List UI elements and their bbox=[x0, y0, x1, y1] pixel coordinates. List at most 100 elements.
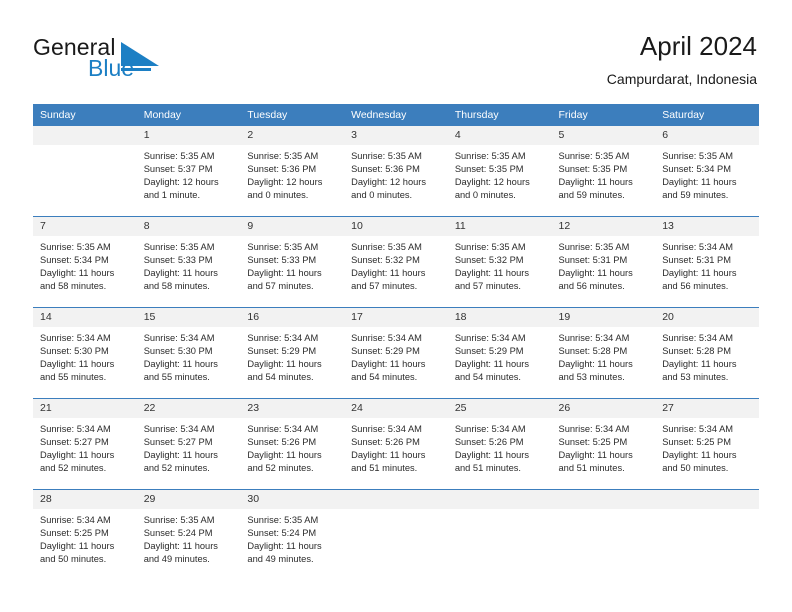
calendar-week-row: 21 Sunrise: 5:34 AM Sunset: 5:27 PM Dayligh… bbox=[33, 398, 759, 490]
day-number: 13 bbox=[655, 217, 759, 236]
day-cell-content: 9 Sunrise: 5:35 AM Sunset: 5:33 PM Daylight… bbox=[240, 217, 345, 307]
calendar-day-cell[interactable]: 23 Sunrise: 5:34 AM Sunset: 5:26 PM Dayligh… bbox=[240, 398, 345, 490]
weekday-header-tuesday: Tuesday bbox=[240, 104, 345, 126]
calendar-day-cell[interactable]: 29 Sunrise: 5:35 AM Sunset: 5:24 PM Dayligh… bbox=[136, 489, 241, 580]
weekday-header-wednesday: Wednesday bbox=[344, 104, 448, 126]
day-detail-line: Sunset: 5:25 PM bbox=[558, 437, 628, 448]
calendar-day-cell[interactable]: 27 Sunrise: 5:34 AM Sunset: 5:25 PM Dayligh… bbox=[655, 398, 759, 490]
day-detail-line: Daylight: 11 hours bbox=[40, 541, 115, 552]
calendar-day-cell[interactable]: 4 Sunrise: 5:35 AM Sunset: 5:35 PM Daylight… bbox=[447, 126, 552, 217]
day-number: 7 bbox=[33, 217, 137, 236]
calendar-day-cell bbox=[33, 126, 137, 217]
calendar-day-cell[interactable]: 16 Sunrise: 5:34 AM Sunset: 5:29 PM Dayligh… bbox=[240, 307, 345, 399]
day-number bbox=[447, 490, 552, 509]
day-detail-line: and 58 minutes. bbox=[143, 281, 210, 292]
day-details: Sunrise: 5:34 AM Sunset: 5:28 PM Daylight:… bbox=[552, 327, 656, 384]
day-details bbox=[33, 145, 137, 150]
calendar-day-cell[interactable]: 1 Sunrise: 5:35 AM Sunset: 5:37 PM Daylight… bbox=[136, 126, 241, 217]
day-detail-line: Sunset: 5:29 PM bbox=[351, 346, 420, 357]
day-details: Sunrise: 5:34 AM Sunset: 5:25 PM Daylight:… bbox=[33, 509, 137, 566]
calendar-day-cell bbox=[447, 489, 552, 580]
calendar-day-cell[interactable]: 2 Sunrise: 5:35 AM Sunset: 5:36 PM Daylight… bbox=[240, 126, 345, 217]
day-number: 2 bbox=[240, 126, 345, 145]
day-details: Sunrise: 5:35 AM Sunset: 5:35 PM Daylight:… bbox=[448, 145, 552, 202]
calendar-day-cell[interactable]: 3 Sunrise: 5:35 AM Sunset: 5:36 PM Daylight… bbox=[344, 126, 448, 217]
calendar-day-cell[interactable]: 14 Sunrise: 5:34 AM Sunset: 5:30 PM Dayligh… bbox=[33, 307, 137, 399]
day-detail-line: and 58 minutes. bbox=[40, 281, 107, 292]
day-detail-line: Sunset: 5:24 PM bbox=[247, 528, 317, 539]
day-details bbox=[552, 509, 656, 514]
day-details bbox=[344, 509, 448, 514]
day-detail-line: Daylight: 11 hours bbox=[558, 177, 633, 188]
day-detail-line: Sunrise: 5:34 AM bbox=[40, 333, 111, 343]
day-detail-line: Sunrise: 5:35 AM bbox=[143, 515, 215, 525]
calendar-day-cell[interactable]: 6 Sunrise: 5:35 AM Sunset: 5:34 PM Daylight… bbox=[655, 126, 759, 217]
day-details: Sunrise: 5:35 AM Sunset: 5:34 PM Daylight:… bbox=[33, 236, 137, 293]
day-detail-line: and 51 minutes. bbox=[454, 463, 521, 474]
calendar-day-cell[interactable]: 13 Sunrise: 5:34 AM Sunset: 5:31 PM Dayligh… bbox=[655, 216, 759, 308]
day-number: 10 bbox=[344, 217, 448, 236]
calendar-day-cell[interactable]: 21 Sunrise: 5:34 AM Sunset: 5:27 PM Dayligh… bbox=[33, 398, 137, 490]
calendar-day-cell[interactable]: 19 Sunrise: 5:34 AM Sunset: 5:28 PM Dayligh… bbox=[551, 307, 656, 399]
calendar-day-cell[interactable]: 18 Sunrise: 5:34 AM Sunset: 5:29 PM Dayligh… bbox=[447, 307, 552, 399]
day-detail-line: Sunset: 5:30 PM bbox=[40, 346, 109, 357]
day-number: 29 bbox=[136, 490, 241, 509]
day-detail-line: Sunset: 5:26 PM bbox=[247, 437, 317, 448]
day-cell-content bbox=[551, 490, 656, 580]
day-detail-line: Daylight: 11 hours bbox=[143, 450, 218, 461]
day-detail-line: Sunrise: 5:34 AM bbox=[558, 424, 630, 434]
day-detail-line: Daylight: 11 hours bbox=[454, 359, 530, 370]
calendar-day-cell[interactable]: 20 Sunrise: 5:34 AM Sunset: 5:28 PM Dayligh… bbox=[655, 307, 759, 399]
calendar-day-cell[interactable]: 7 Sunrise: 5:35 AM Sunset: 5:34 PM Daylight… bbox=[33, 216, 137, 308]
day-detail-line: Daylight: 11 hours bbox=[247, 359, 322, 370]
day-details: Sunrise: 5:35 AM Sunset: 5:32 PM Daylight:… bbox=[448, 236, 552, 293]
calendar-day-cell[interactable]: 28 Sunrise: 5:34 AM Sunset: 5:25 PM Dayligh… bbox=[33, 489, 137, 580]
day-details bbox=[448, 509, 552, 514]
calendar-day-cell[interactable]: 17 Sunrise: 5:34 AM Sunset: 5:29 PM Dayligh… bbox=[344, 307, 448, 399]
calendar-day-cell[interactable]: 11 Sunrise: 5:35 AM Sunset: 5:32 PM Dayligh… bbox=[447, 216, 552, 308]
day-number: 20 bbox=[655, 308, 759, 327]
day-detail-line: Daylight: 11 hours bbox=[558, 268, 633, 279]
day-cell-content: 21 Sunrise: 5:34 AM Sunset: 5:27 PM Dayligh… bbox=[33, 399, 137, 489]
day-number: 4 bbox=[447, 126, 552, 145]
calendar-day-cell[interactable]: 10 Sunrise: 5:35 AM Sunset: 5:32 PM Dayligh… bbox=[344, 216, 448, 308]
day-cell-content: 18 Sunrise: 5:34 AM Sunset: 5:29 PM Dayligh… bbox=[447, 308, 552, 398]
day-detail-line: Sunset: 5:31 PM bbox=[662, 255, 731, 266]
day-detail-line: and 0 minutes. bbox=[454, 190, 516, 201]
day-details: Sunrise: 5:34 AM Sunset: 5:29 PM Daylight:… bbox=[344, 327, 448, 384]
day-detail-line: Daylight: 11 hours bbox=[351, 359, 426, 370]
calendar-day-cell[interactable]: 15 Sunrise: 5:34 AM Sunset: 5:30 PM Dayligh… bbox=[136, 307, 241, 399]
day-cell-content: 10 Sunrise: 5:35 AM Sunset: 5:32 PM Dayligh… bbox=[344, 217, 448, 307]
day-detail-line: Daylight: 11 hours bbox=[247, 541, 322, 552]
day-details: Sunrise: 5:35 AM Sunset: 5:35 PM Daylight:… bbox=[552, 145, 656, 202]
day-cell-content: 20 Sunrise: 5:34 AM Sunset: 5:28 PM Dayligh… bbox=[655, 308, 759, 398]
day-detail-line: Daylight: 11 hours bbox=[247, 450, 322, 461]
calendar-day-cell bbox=[344, 489, 448, 580]
day-details: Sunrise: 5:34 AM Sunset: 5:26 PM Daylight:… bbox=[344, 418, 448, 475]
day-detail-line: Sunset: 5:36 PM bbox=[247, 164, 317, 175]
calendar-body: 1 Sunrise: 5:35 AM Sunset: 5:37 PM Daylight… bbox=[33, 126, 759, 580]
calendar-day-cell[interactable]: 24 Sunrise: 5:34 AM Sunset: 5:26 PM Dayligh… bbox=[344, 398, 448, 490]
day-detail-line: Daylight: 11 hours bbox=[351, 268, 426, 279]
day-number: 25 bbox=[447, 399, 552, 418]
calendar-day-cell[interactable]: 8 Sunrise: 5:35 AM Sunset: 5:33 PM Daylight… bbox=[136, 216, 241, 308]
calendar-day-cell[interactable]: 25 Sunrise: 5:34 AM Sunset: 5:26 PM Dayligh… bbox=[447, 398, 552, 490]
day-number: 21 bbox=[33, 399, 137, 418]
calendar-day-cell[interactable]: 5 Sunrise: 5:35 AM Sunset: 5:35 PM Daylight… bbox=[551, 126, 656, 217]
day-detail-line: and 57 minutes. bbox=[454, 281, 521, 292]
day-number: 27 bbox=[655, 399, 759, 418]
day-cell-content: 3 Sunrise: 5:35 AM Sunset: 5:36 PM Daylight… bbox=[344, 126, 448, 216]
weekday-header-friday: Friday bbox=[551, 104, 656, 126]
day-detail-line: Daylight: 11 hours bbox=[662, 359, 737, 370]
calendar-day-cell[interactable]: 9 Sunrise: 5:35 AM Sunset: 5:33 PM Daylight… bbox=[240, 216, 345, 308]
day-details: Sunrise: 5:35 AM Sunset: 5:24 PM Daylight:… bbox=[240, 509, 344, 566]
day-cell-content: 24 Sunrise: 5:34 AM Sunset: 5:26 PM Dayligh… bbox=[344, 399, 448, 489]
day-detail-line: Daylight: 12 hours bbox=[351, 177, 427, 188]
calendar-day-cell[interactable]: 30 Sunrise: 5:35 AM Sunset: 5:24 PM Dayligh… bbox=[240, 489, 345, 580]
day-detail-line: Sunrise: 5:35 AM bbox=[247, 151, 319, 161]
calendar-day-cell[interactable]: 26 Sunrise: 5:34 AM Sunset: 5:25 PM Dayligh… bbox=[551, 398, 656, 490]
calendar-table: Sunday Monday Tuesday Wednesday Thursday… bbox=[33, 104, 759, 580]
calendar-day-cell[interactable]: 22 Sunrise: 5:34 AM Sunset: 5:27 PM Dayligh… bbox=[136, 398, 241, 490]
day-cell-content: 28 Sunrise: 5:34 AM Sunset: 5:25 PM Dayligh… bbox=[33, 490, 137, 580]
calendar-day-cell[interactable]: 12 Sunrise: 5:35 AM Sunset: 5:31 PM Dayligh… bbox=[551, 216, 656, 308]
